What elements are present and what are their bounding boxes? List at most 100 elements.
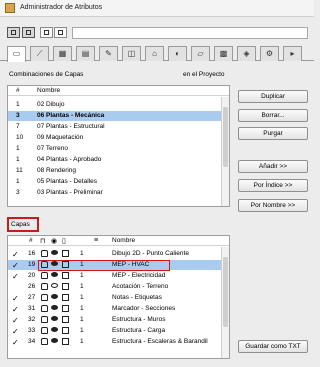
- scroll-thumb[interactable]: [223, 257, 228, 327]
- page-icon[interactable]: [62, 305, 69, 312]
- eye-icon[interactable]: [51, 305, 58, 310]
- combination-name: 07 Terreno: [37, 145, 68, 152]
- add-button[interactable]: Añadir >>: [238, 160, 308, 173]
- combination-row[interactable]: 7 07 Plantas - Estructural: [8, 122, 229, 132]
- tab-pens[interactable]: ✎: [99, 46, 118, 61]
- combination-count: 3: [16, 112, 20, 119]
- page-icon[interactable]: [62, 294, 69, 301]
- layer-row[interactable]: ✓ 16 1 Dibujo 2D - Punto Caliente: [8, 249, 229, 259]
- tab-surfaces[interactable]: ◐: [168, 46, 187, 61]
- page-icon[interactable]: [62, 327, 69, 334]
- layer-row[interactable]: 26 1 Acotación - Terreno: [8, 282, 229, 292]
- lock-icon[interactable]: [41, 272, 48, 279]
- check-icon[interactable]: ✓: [12, 316, 19, 325]
- view-mode-list-button[interactable]: [7, 27, 20, 38]
- lock-icon[interactable]: [41, 294, 48, 301]
- eye-icon[interactable]: [51, 283, 58, 288]
- tab-building-materials[interactable]: ▩: [214, 46, 233, 61]
- lock-icon[interactable]: [41, 316, 48, 323]
- page-icon[interactable]: [62, 272, 69, 279]
- page-icon[interactable]: [62, 338, 69, 345]
- eye-icon[interactable]: [51, 327, 58, 332]
- toolbar: [0, 17, 314, 43]
- layer-row[interactable]: ✓ 32 1 Estructura - Muros: [8, 315, 229, 325]
- check-icon[interactable]: ✓: [12, 327, 19, 336]
- combination-row[interactable]: 1 05 Plantas - Detalles: [8, 177, 229, 187]
- window-title: Administrador de Atributos: [20, 4, 103, 11]
- list-header-icon: ≡: [94, 237, 99, 244]
- page-icon[interactable]: [62, 316, 69, 323]
- header-hash: #: [29, 237, 33, 244]
- combination-row[interactable]: 3 03 Plantas - Preliminar: [8, 188, 229, 198]
- view-mode-split-button[interactable]: [22, 27, 35, 38]
- tab-zones[interactable]: ⌂: [145, 46, 164, 61]
- tab-layers[interactable]: ▭: [7, 46, 26, 62]
- delete-button[interactable]: Borrar...: [238, 109, 308, 122]
- combination-name: 03 Plantas - Preliminar: [37, 189, 103, 196]
- tab-more[interactable]: ▸: [283, 46, 302, 61]
- eye-icon[interactable]: [51, 316, 58, 321]
- layers-header: # ⊓ ◉ ▯ ≡ Nombre: [8, 236, 229, 246]
- in-project-label: en el Proyecto: [183, 71, 225, 78]
- combination-row[interactable]: 1 02 Dibujo: [8, 100, 229, 110]
- check-icon[interactable]: [12, 283, 19, 290]
- layer-count: 1: [80, 327, 84, 334]
- lock-icon[interactable]: [41, 305, 48, 312]
- by-index-button[interactable]: Por Índice >>: [238, 179, 308, 192]
- check-icon[interactable]: ✓: [12, 250, 19, 259]
- combination-row[interactable]: 10 09 Maquetación: [8, 133, 229, 143]
- check-icon[interactable]: ✓: [12, 294, 19, 303]
- tab-markup[interactable]: ▱: [191, 46, 210, 61]
- combination-row-selected[interactable]: 3 06 Plantas - Mecánica: [8, 111, 229, 121]
- combination-row[interactable]: 1 04 Plantas - Aprobado: [8, 155, 229, 165]
- lock-icon[interactable]: [41, 283, 48, 290]
- combinations-scrollbar[interactable]: [221, 97, 229, 206]
- search-input[interactable]: [72, 27, 308, 39]
- check-icon[interactable]: ✓: [12, 305, 19, 314]
- layer-index: 31: [28, 305, 36, 312]
- tab-profiles[interactable]: ◫: [122, 46, 141, 61]
- eye-icon[interactable]: [51, 338, 58, 343]
- layer-row[interactable]: ✓ 33 1 Estructura - Carga: [8, 326, 229, 336]
- tab-composites[interactable]: ▤: [76, 46, 95, 61]
- combination-row[interactable]: 1 07 Terreno: [8, 144, 229, 154]
- layer-row[interactable]: ✓ 31 1 Marcador - Secciones: [8, 304, 229, 314]
- header-hash: #: [16, 87, 20, 94]
- page-icon[interactable]: [62, 250, 69, 257]
- lock-icon[interactable]: [41, 327, 48, 334]
- eye-icon[interactable]: [51, 250, 58, 255]
- lock-icon[interactable]: [41, 338, 48, 345]
- lock-icon[interactable]: [41, 250, 48, 257]
- tab-lines[interactable]: ⟋: [30, 46, 49, 61]
- tab-fills[interactable]: ▦: [53, 46, 72, 61]
- save-as-txt-button[interactable]: Guardar como TXT: [238, 340, 308, 353]
- tab-mep[interactable]: ◈: [237, 46, 256, 61]
- combination-count: 7: [16, 123, 20, 130]
- combination-count: 10: [16, 134, 24, 141]
- layer-row[interactable]: ✓ 20 1 MEP - Electricidad: [8, 271, 229, 281]
- check-icon[interactable]: ✓: [12, 272, 19, 281]
- purge-button[interactable]: Purgar: [238, 127, 308, 140]
- layers-scrollbar[interactable]: [221, 247, 229, 358]
- combination-row[interactable]: 11 08 Rendering: [8, 166, 229, 176]
- scroll-thumb[interactable]: [223, 107, 228, 167]
- eye-icon[interactable]: [51, 272, 58, 277]
- combination-name: 02 Dibujo: [37, 101, 65, 108]
- layer-name: Notas - Etiquetas: [112, 294, 162, 301]
- view-mode-detail-button[interactable]: [54, 27, 67, 38]
- eye-icon[interactable]: [51, 294, 58, 299]
- layer-name: Estructura - Carga: [112, 327, 166, 334]
- check-icon[interactable]: ✓: [12, 338, 19, 347]
- layer-row[interactable]: ✓ 27 1 Notas - Etiquetas: [8, 293, 229, 303]
- layer-count: 1: [80, 272, 84, 279]
- layer-highlight-box: [38, 260, 170, 271]
- combination-count: 1: [16, 178, 20, 185]
- check-icon[interactable]: ✓: [12, 261, 19, 270]
- lock-icon: ⊓: [40, 238, 46, 245]
- page-icon[interactable]: [62, 283, 69, 290]
- view-mode-grid-button[interactable]: [40, 27, 53, 38]
- tab-properties[interactable]: ⚙: [260, 46, 279, 61]
- layer-row[interactable]: ✓ 34 1 Estructura - Escaleras & Barandil: [8, 337, 229, 347]
- by-name-button[interactable]: Por Nombre >>: [238, 199, 308, 212]
- duplicate-button[interactable]: Duplicar: [238, 90, 308, 103]
